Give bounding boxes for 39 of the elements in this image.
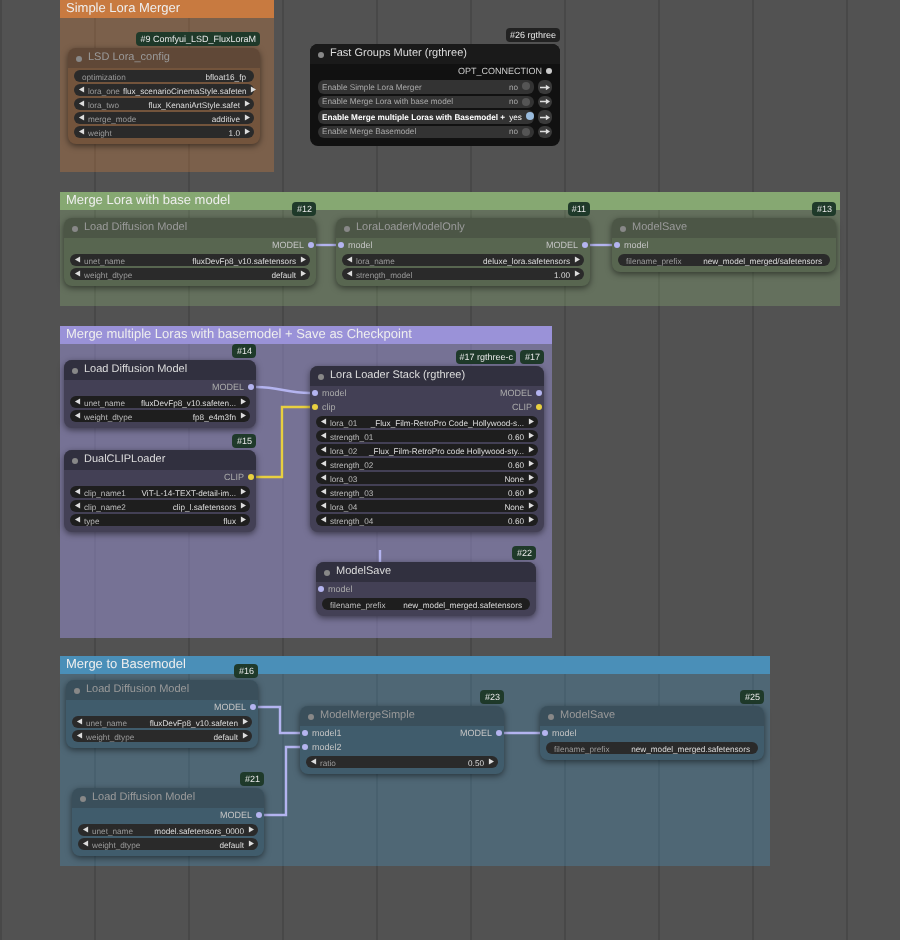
input-slot-icon[interactable]: [302, 744, 308, 750]
link-wire: [258, 705, 300, 735]
link-wire: [264, 745, 300, 817]
output-slot-icon[interactable]: [248, 384, 254, 390]
go-to-group-button[interactable]: [538, 110, 552, 123]
collapse-dot-icon[interactable]: [324, 569, 330, 575]
collapse-dot-icon[interactable]: [318, 373, 324, 379]
collapse-dot-icon[interactable]: [76, 55, 82, 61]
output-slot-icon[interactable]: [536, 390, 542, 396]
output-slot-icon[interactable]: [536, 404, 542, 410]
collapse-dot-icon[interactable]: [344, 225, 350, 231]
collapse-dot-icon[interactable]: [72, 367, 78, 373]
collapse-dot-icon[interactable]: [72, 225, 78, 231]
collapse-dot-icon[interactable]: [72, 457, 78, 463]
input-slot-icon[interactable]: [302, 730, 308, 736]
link-wire: [255, 385, 311, 395]
collapse-dot-icon[interactable]: [318, 51, 324, 57]
collapse-dot-icon[interactable]: [308, 713, 314, 719]
right-arrow-icon[interactable]: [487, 758, 494, 766]
link-wire: [504, 731, 540, 735]
input-slot-icon[interactable]: [312, 390, 318, 396]
output-slot-icon[interactable]: [248, 474, 254, 480]
input-slot-icon[interactable]: [542, 730, 548, 736]
left-arrow-icon[interactable]: [310, 758, 317, 766]
go-to-group-button[interactable]: [538, 125, 552, 138]
collapse-dot-icon[interactable]: [80, 795, 86, 801]
input-slot-icon[interactable]: [338, 242, 344, 248]
input-slot-icon[interactable]: [312, 404, 318, 410]
collapse-dot-icon[interactable]: [620, 225, 626, 231]
go-to-group-button[interactable]: [538, 95, 552, 108]
collapse-dot-icon[interactable]: [548, 713, 554, 719]
input-slot-icon[interactable]: [318, 586, 324, 592]
go-to-group-button[interactable]: [538, 80, 552, 93]
link-wire: [256, 405, 310, 479]
input-slot-icon[interactable]: [614, 242, 620, 248]
output-slot-icon[interactable]: [546, 68, 552, 74]
collapse-dot-icon[interactable]: [74, 687, 80, 693]
link-wire: [316, 243, 336, 247]
link-wire: [590, 243, 612, 247]
